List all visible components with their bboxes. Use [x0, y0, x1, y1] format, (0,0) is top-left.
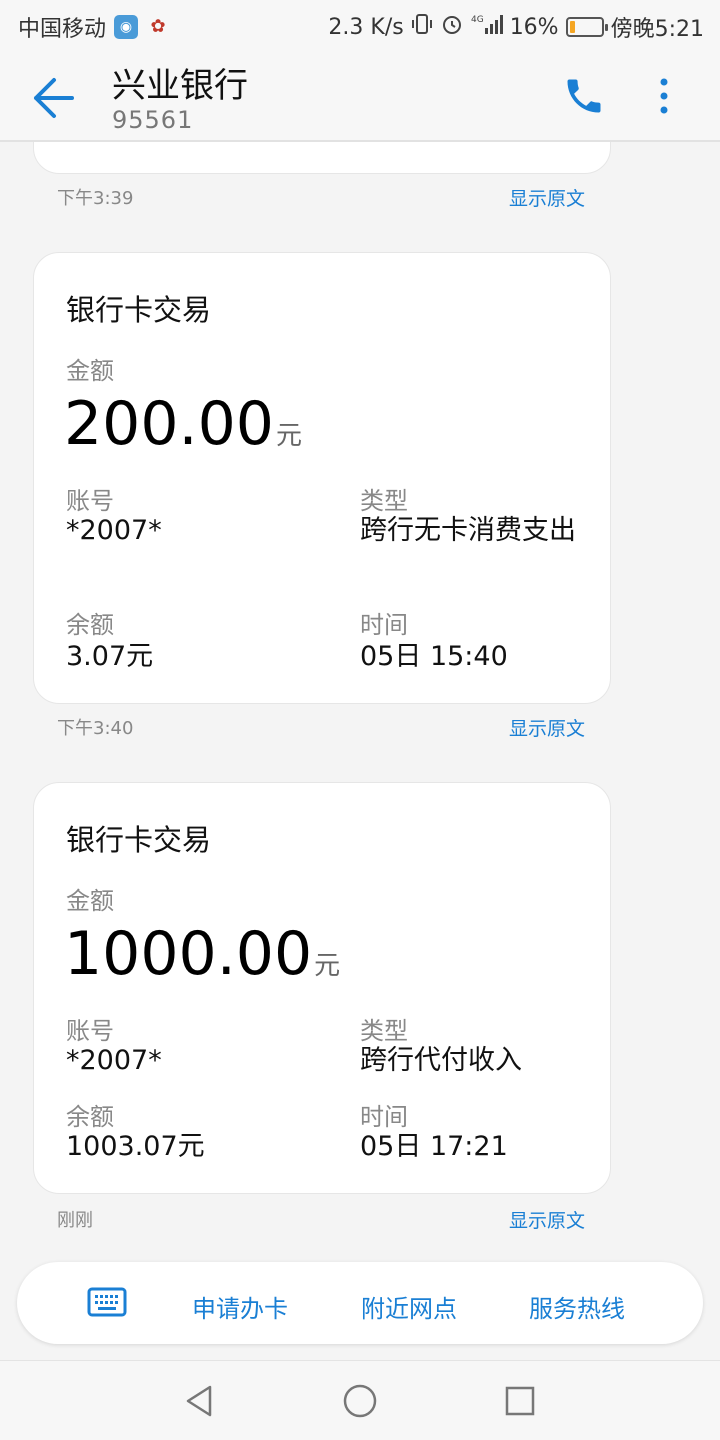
- amount-label: 金额: [66, 357, 114, 385]
- message-time: 下午3:39: [57, 188, 134, 209]
- type-value: 跨行无卡消费支出: [360, 515, 576, 546]
- alarm-icon: [440, 12, 464, 42]
- amount-unit: 元: [314, 951, 341, 981]
- message-time: 刚刚: [57, 1210, 93, 1231]
- nav-back-button[interactable]: [182, 1383, 218, 1419]
- show-original-link[interactable]: 显示原文: [509, 714, 585, 741]
- back-arrow-icon: [34, 78, 74, 118]
- more-vertical-icon: [660, 78, 668, 114]
- battery-percent: 16%: [509, 14, 559, 40]
- time-value: 05日 17:21: [360, 1131, 508, 1162]
- network-type: 4G: [471, 15, 484, 25]
- carrier-name: 中国移动: [18, 17, 107, 42]
- triangle-back-icon: [186, 1385, 212, 1417]
- service-hotline-button[interactable]: 服务热线: [529, 1289, 625, 1324]
- account-value: *2007*: [66, 515, 162, 546]
- account-value: *2007*: [66, 1045, 162, 1076]
- notification-app-icon: ◉: [114, 15, 139, 39]
- keyboard-icon: [87, 1287, 127, 1317]
- amount-value: 1000.00元: [64, 919, 340, 989]
- show-original-link[interactable]: 显示原文: [509, 1206, 585, 1233]
- amount-label: 金额: [66, 887, 114, 915]
- notification-flower-icon: ✿: [150, 16, 166, 37]
- message-card[interactable]: 银行卡交易 金额 200.00元 账号 *2007* 类型 跨行无卡消费支出 余…: [33, 252, 611, 704]
- phone-icon: [567, 79, 601, 113]
- keyboard-button[interactable]: [87, 1286, 127, 1318]
- nearby-branch-button[interactable]: 附近网点: [361, 1289, 457, 1324]
- back-button[interactable]: [30, 76, 82, 120]
- time-label: 时间: [360, 611, 408, 639]
- contact-number: 95561: [112, 106, 194, 134]
- battery-level-fill: [569, 21, 575, 33]
- conversation-header: 兴业银行 95561: [0, 50, 720, 142]
- amount-unit: 元: [275, 421, 302, 451]
- quick-action-bar: 申请办卡 附近网点 服务热线: [17, 1262, 703, 1344]
- clock: 傍晚5:21: [610, 17, 704, 42]
- balance-label: 余额: [66, 611, 114, 639]
- type-value: 跨行代付收入: [360, 1045, 522, 1076]
- message-card[interactable]: 银行卡交易 金额 1000.00元 账号 *2007* 类型 跨行代付收入 余额…: [33, 782, 611, 1194]
- time-value: 05日 15:40: [360, 641, 508, 672]
- signal-icon: 4G: [471, 12, 503, 42]
- show-original-link[interactable]: 显示原文: [509, 184, 585, 211]
- circle-home-icon: [343, 1384, 377, 1418]
- message-card[interactable]: [33, 142, 611, 174]
- balance-value: 1003.07元: [66, 1131, 205, 1162]
- vibrate-icon: [411, 12, 433, 42]
- amount-value: 200.00元: [64, 389, 302, 459]
- balance-value: 3.07元: [66, 641, 154, 672]
- nav-home-button[interactable]: [342, 1383, 378, 1419]
- apply-card-button[interactable]: 申请办卡: [192, 1289, 288, 1324]
- amount-number: 1000.00: [64, 919, 313, 989]
- call-button[interactable]: [562, 74, 606, 118]
- status-bar: 中国移动 ◉ ✿ 2.3 K/s 4G 16% 傍晚5:21: [0, 0, 720, 50]
- network-speed: 2.3 K/s: [328, 14, 404, 40]
- battery-icon: [565, 17, 608, 37]
- square-recents-icon: [505, 1386, 535, 1416]
- message-time: 下午3:40: [57, 718, 134, 739]
- amount-number: 200.00: [64, 389, 274, 459]
- more-options-button[interactable]: [650, 74, 678, 118]
- card-title: 银行卡交易: [66, 293, 212, 327]
- message-list[interactable]: 下午3:39 显示原文 银行卡交易 金额 200.00元 账号 *2007* 类…: [0, 142, 720, 1260]
- nav-recents-button[interactable]: [502, 1383, 538, 1419]
- card-title: 银行卡交易: [66, 823, 212, 857]
- system-navigation-bar: [0, 1360, 720, 1440]
- contact-name: 兴业银行: [112, 66, 248, 106]
